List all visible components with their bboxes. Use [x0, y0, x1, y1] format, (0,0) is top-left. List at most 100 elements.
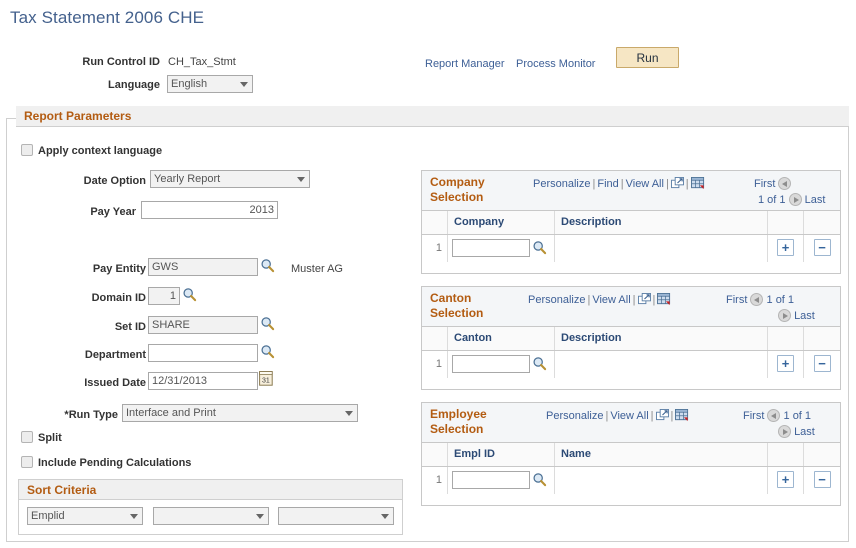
company-selection-column-headers: Company Description — [422, 211, 840, 235]
pay-entity-lookup-icon[interactable] — [260, 258, 275, 273]
split-label: Split — [38, 432, 62, 444]
expand-window-icon[interactable] — [637, 293, 651, 305]
run-type-value: Interface and Print — [126, 407, 216, 419]
domain-id-input[interactable]: 1 — [148, 287, 180, 305]
domain-id-label: Domain ID — [91, 292, 146, 304]
chevron-down-icon — [297, 177, 305, 182]
run-type-label: *Run Type — [64, 409, 118, 421]
department-label: Department — [84, 349, 146, 361]
empl-id-cell — [448, 467, 555, 494]
issued-date-input[interactable]: 12/31/2013 — [148, 372, 258, 390]
nav-next-icon[interactable] — [778, 425, 791, 438]
nav-first-label[interactable]: First — [743, 410, 764, 422]
download-to-excel-icon[interactable] — [690, 177, 706, 190]
description-cell — [555, 351, 768, 378]
employee-selection-column-headers: Empl ID Name — [422, 443, 840, 467]
find-link[interactable]: Find — [597, 178, 618, 190]
sort-criteria-header: Sort Criteria — [19, 480, 402, 500]
delete-row-button[interactable]: − — [813, 355, 831, 372]
delete-row-button[interactable]: − — [813, 471, 831, 488]
nav-last-label[interactable]: Last — [805, 194, 826, 206]
download-to-excel-icon[interactable] — [657, 293, 672, 306]
table-row: 1 + − — [422, 351, 840, 378]
canton-input[interactable] — [452, 355, 530, 373]
nav-previous-icon[interactable] — [750, 293, 764, 306]
pay-year-input[interactable]: 2013 — [141, 201, 278, 219]
nav-previous-icon[interactable] — [767, 409, 781, 422]
include-pending-calculations-checkbox[interactable] — [21, 456, 33, 468]
column-description: Description — [555, 211, 768, 234]
canton-selection-column-headers: Canton Description — [422, 327, 840, 351]
nav-last-label[interactable]: Last — [794, 310, 815, 322]
set-id-label: Set ID — [114, 321, 146, 333]
set-id-input[interactable]: SHARE — [148, 316, 258, 334]
empl-id-input[interactable] — [452, 471, 530, 489]
report-manager-link[interactable]: Report Manager — [425, 58, 505, 70]
report-parameters-header: Report Parameters — [16, 106, 849, 127]
company-cell — [448, 235, 555, 262]
column-company: Company — [448, 211, 555, 234]
nav-first-label[interactable]: First — [726, 294, 747, 306]
view-all-link[interactable]: View All — [592, 294, 630, 306]
sort-criteria-select-2[interactable] — [153, 507, 269, 525]
nav-next-icon[interactable] — [778, 309, 791, 322]
add-row-cell: + — [768, 235, 804, 262]
apply-context-language-checkbox[interactable] — [21, 144, 33, 156]
column-description: Description — [555, 327, 768, 350]
personalize-link[interactable]: Personalize — [546, 410, 603, 422]
expand-window-icon[interactable] — [655, 409, 669, 421]
view-all-link[interactable]: View All — [626, 178, 664, 190]
sort-criteria-select-3[interactable] — [278, 507, 394, 525]
run-type-select[interactable]: Interface and Print — [122, 404, 358, 422]
apply-context-language-label: Apply context language — [38, 145, 163, 157]
run-button[interactable]: Run — [616, 47, 679, 68]
nav-next-icon[interactable] — [788, 193, 802, 206]
column-index — [422, 443, 448, 466]
svg-text:31: 31 — [262, 377, 270, 384]
domain-id-lookup-icon[interactable] — [182, 287, 197, 302]
column-add — [768, 327, 804, 350]
personalize-link[interactable]: Personalize — [528, 294, 585, 306]
personalize-link[interactable]: Personalize — [533, 178, 590, 190]
pay-entity-input[interactable]: GWS — [148, 258, 258, 276]
table-row: 1 + − — [422, 467, 840, 494]
sort-criteria-value-1: Emplid — [31, 510, 65, 522]
set-id-lookup-icon[interactable] — [260, 316, 275, 331]
date-option-label: Date Option — [83, 175, 146, 187]
employee-selection-title: Employee Selection — [430, 407, 487, 436]
sort-criteria-select-1[interactable]: Emplid — [27, 507, 143, 525]
delete-row-button[interactable]: − — [813, 239, 831, 256]
empl-id-lookup-icon[interactable] — [532, 472, 547, 487]
canton-selection-nav-top: First 1 of 1 — [726, 293, 794, 306]
add-row-button[interactable]: + — [777, 355, 794, 372]
nav-first-label[interactable]: First — [754, 178, 775, 190]
calendar-icon[interactable]: 31 — [259, 371, 273, 386]
nav-last-label[interactable]: Last — [794, 426, 815, 438]
process-monitor-link[interactable]: Process Monitor — [516, 58, 595, 70]
column-canton: Canton — [448, 327, 555, 350]
expand-window-icon[interactable] — [670, 177, 684, 189]
add-row-button[interactable]: + — [777, 471, 794, 488]
department-input[interactable] — [148, 344, 258, 362]
row-index: 1 — [422, 467, 448, 494]
row-index: 1 — [422, 351, 448, 378]
column-delete — [804, 327, 840, 350]
nav-previous-icon[interactable] — [778, 177, 792, 190]
date-option-select[interactable]: Yearly Report — [150, 170, 310, 188]
employee-selection-nav-bottom: Last — [778, 425, 815, 438]
department-lookup-icon[interactable] — [260, 344, 275, 359]
add-row-button[interactable]: + — [777, 239, 794, 256]
nav-counter: 1 of 1 — [766, 294, 795, 306]
company-input[interactable] — [452, 239, 530, 257]
language-select[interactable]: English — [167, 75, 253, 93]
download-to-excel-icon[interactable] — [675, 409, 690, 422]
issued-date-label: Issued Date — [84, 377, 146, 389]
company-selection-title: Company Selection — [430, 175, 485, 204]
split-checkbox[interactable] — [21, 431, 33, 443]
delete-row-cell: − — [804, 235, 840, 262]
view-all-link[interactable]: View All — [610, 410, 648, 422]
company-lookup-icon[interactable] — [532, 240, 547, 255]
description-cell — [555, 235, 768, 262]
add-row-cell: + — [768, 467, 804, 494]
canton-lookup-icon[interactable] — [532, 356, 547, 371]
